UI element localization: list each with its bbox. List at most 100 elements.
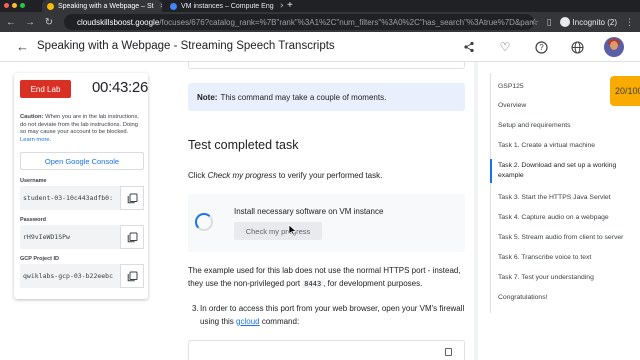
toc-item-task1[interactable]: Task 1. Create a virtual machine	[498, 141, 624, 151]
forward-nav-icon[interactable]: →	[22, 14, 38, 30]
cloudskillsboost-favicon-icon	[47, 2, 54, 10]
copy-password-icon[interactable]	[120, 225, 144, 249]
step-3-text-post: command:	[259, 316, 300, 326]
gcloud-link[interactable]: gcloud	[236, 317, 260, 326]
back-nav-icon[interactable]: ←	[3, 14, 19, 30]
project-id-field: qwiklabs-gcp-03-b22eebc	[20, 264, 144, 288]
url-path: /focuses/676?catalog_rank=%7B"rank"%3A1%…	[159, 17, 534, 27]
password-label: Password	[20, 217, 46, 223]
minimize-window-icon[interactable]	[12, 3, 17, 8]
step-3-text-pre: using this	[200, 316, 237, 326]
toc-item-setup[interactable]: Setup and requirements	[498, 121, 624, 131]
step-3-text: In order to access this port from your w…	[200, 303, 464, 328]
note-label: Note:	[197, 92, 218, 102]
toc-item-gsp[interactable]: GSP125	[498, 82, 624, 92]
check-task-title: Install necessary software on VM instanc…	[234, 207, 384, 216]
toc-item-congratulations[interactable]: Congratulations!	[498, 293, 624, 303]
main-scrollbar[interactable]	[474, 62, 478, 360]
header-actions: ♡ ?	[460, 37, 624, 57]
username-value[interactable]: student-03-10c443adfb0:	[20, 186, 120, 210]
reload-icon[interactable]: ↻	[41, 14, 57, 30]
lab-timer: 00:43:26	[92, 79, 148, 96]
password-field: rH9vIeWD1SPw	[20, 225, 144, 249]
new-tab-icon[interactable]: +	[287, 0, 293, 12]
user-avatar[interactable]	[604, 37, 624, 57]
note-callout: Note: This command may take a couple of …	[188, 83, 465, 111]
toc-item-task6[interactable]: Task 6. Transcribe voice to text	[498, 253, 624, 263]
toolbar-actions: ☆ ▯ Incognito (2) ⋮	[531, 14, 634, 30]
avatar-face	[610, 41, 618, 50]
port-paragraph-line1: The example used for this lab does not u…	[188, 266, 461, 275]
toc-item-task4[interactable]: Task 4. Capture audio on a webpage	[498, 213, 624, 223]
password-value[interactable]: rH9vIeWD1SPw	[20, 225, 120, 249]
step-number: 3.	[192, 304, 199, 313]
help-icon[interactable]: ?	[532, 38, 550, 56]
toc-item-overview[interactable]: Overview	[498, 101, 624, 111]
language-globe-icon[interactable]	[568, 38, 586, 56]
back-arrow-icon[interactable]: ←	[16, 40, 30, 54]
lab-header: ← Speaking with a Webpage - Streaming Sp…	[0, 32, 640, 62]
incognito-icon	[559, 17, 570, 27]
copy-project-id-icon[interactable]	[120, 264, 144, 288]
open-google-console-button[interactable]: Open Google Console	[20, 152, 144, 170]
username-field: student-03-10c443adfb0:	[20, 186, 144, 210]
close-tab-icon[interactable]: ✕	[280, 2, 283, 10]
caution-text: Caution: When you are in the lab instruc…	[20, 114, 144, 144]
instruction-text-end: to verify your performed task.	[276, 171, 383, 180]
port-paragraph: The example used for this lab does not u…	[188, 265, 461, 290]
copy-username-icon[interactable]	[120, 186, 144, 210]
progress-check-card	[188, 194, 465, 252]
close-tab-icon[interactable]: ✕	[160, 2, 162, 10]
browser-tab-active[interactable]: Speaking with a Webpage – St ✕	[42, 0, 162, 12]
instruction-emphasis: Check my progress	[207, 171, 277, 180]
project-id-value[interactable]: qwiklabs-gcp-03-b22eebc	[20, 264, 120, 288]
learn-more-link[interactable]: Learn more.	[20, 137, 144, 145]
close-window-icon[interactable]	[4, 3, 9, 8]
toc-divider	[490, 73, 491, 313]
lab-control-panel: End Lab 00:43:26 Caution: When you are i…	[14, 73, 148, 299]
maximize-window-icon[interactable]	[20, 3, 25, 8]
side-panel-icon[interactable]: ▯	[547, 17, 552, 28]
browser-menu-icon[interactable]: ⋮	[625, 17, 634, 28]
instruction-text: Click	[188, 171, 208, 180]
address-bar[interactable]: cloudskillsboost.google /focuses/676?cat…	[64, 14, 534, 30]
toc-item-task7[interactable]: Task 7. Test your understanding	[498, 273, 624, 283]
tab-title: Speaking with a Webpage – St	[58, 2, 154, 10]
check-my-progress-button[interactable]: Check my progress	[234, 222, 322, 240]
favorite-heart-icon[interactable]: ♡	[496, 38, 514, 56]
browser-tab[interactable]: VM instances – Compute Eng ✕	[165, 0, 283, 12]
loading-spinner-icon	[195, 213, 213, 231]
check-instruction: Click Check my progress to verify your p…	[188, 170, 382, 183]
section-heading: Test completed task	[188, 138, 299, 152]
end-lab-button[interactable]: End Lab	[20, 80, 71, 98]
project-id-label: GCP Project ID	[20, 256, 60, 262]
port-text: they use the non-privileged port	[188, 278, 303, 288]
share-icon[interactable]	[460, 38, 478, 56]
mouse-cursor-icon	[288, 224, 297, 236]
score-badge[interactable]: 20/100	[610, 76, 640, 106]
step-3-line2: using this gcloud command:	[200, 316, 464, 329]
browser-tab-strip: Speaking with a Webpage – St ✕ VM instan…	[0, 0, 640, 12]
port-code: 8443	[302, 279, 324, 288]
incognito-indicator[interactable]: Incognito (2)	[559, 17, 617, 27]
incognito-label: Incognito (2)	[572, 17, 617, 27]
port-paragraph-line2: they use the non-privileged port 8443, f…	[188, 278, 461, 291]
note-text: This command may take a couple of moment…	[220, 92, 387, 102]
toc-item-task3[interactable]: Task 3. Start the HTTPS Java Servlet	[498, 193, 624, 203]
code-block	[188, 340, 465, 360]
previous-code-block	[188, 62, 465, 69]
svg-text:?: ?	[539, 43, 544, 52]
window-controls	[4, 3, 25, 8]
caution-label: Caution:	[20, 114, 44, 120]
page-title: Speaking with a Webpage - Streaming Spee…	[37, 40, 335, 52]
port-text-end: , for development purposes.	[323, 278, 423, 288]
toc-active-indicator	[490, 159, 492, 183]
toc-item-task5[interactable]: Task 5. Stream audio from client to serv…	[498, 233, 624, 243]
tab-title: VM instances – Compute Eng	[181, 2, 274, 10]
bookmark-star-icon[interactable]: ☆	[531, 17, 539, 28]
step-3: 3.	[192, 303, 199, 316]
copy-code-icon[interactable]	[445, 348, 452, 356]
toc-item-task2[interactable]: Task 2. Download and set up a working ex…	[498, 161, 624, 181]
url-host: cloudskillsboost.google	[77, 17, 160, 27]
step-3-line1: In order to access this port from your w…	[200, 304, 465, 313]
